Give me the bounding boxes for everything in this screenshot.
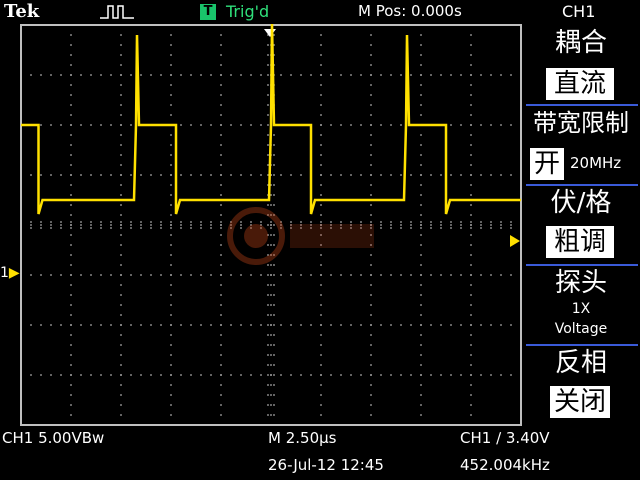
menu-separator (526, 104, 638, 106)
probe-title: 探头 (554, 268, 607, 298)
channel-side-menu: 耦合 直流 带宽限制 开 20MHz 伏/格 粗调 探头 1X Voltage … (522, 24, 640, 426)
ch1-scale-readout: CH1 5.00VBw (2, 429, 105, 447)
bandwidth-limit-row[interactable]: 开 20MHz (530, 146, 640, 182)
top-status-bar: Tek T Trig'd M Pos: 0.000s CH1 (0, 0, 640, 24)
trigger-badge: T (200, 4, 216, 20)
timebase-readout: M 2.50µs (268, 429, 337, 447)
trigger-readout: CH1 ∕ 3.40V (460, 429, 550, 447)
trigger-status: Trig'd (226, 2, 270, 21)
bottom-status-bar: CH1 5.00VBw M 2.50µs CH1 ∕ 3.40V 26-Jul-… (0, 426, 640, 480)
frequency-readout: 452.004kHz (460, 456, 550, 474)
datetime-readout: 26-Jul-12 12:45 (268, 456, 384, 474)
invert-value-button[interactable]: 关闭 (550, 386, 610, 418)
coupling-title: 耦合 (554, 28, 607, 58)
bandwidth-limit-frequency: 20MHz (570, 154, 622, 172)
volts-div-value-button[interactable]: 粗调 (546, 226, 614, 258)
bandwidth-limit-title: 带宽限制 (533, 109, 629, 137)
menu-separator (526, 344, 638, 346)
volts-div-title: 伏/格 (550, 188, 612, 218)
main-position-readout: M Pos: 0.000s (358, 2, 462, 20)
acquisition-run-icon (100, 5, 134, 19)
menu-channel-title: CH1 (562, 2, 596, 21)
probe-type[interactable]: Voltage (522, 320, 640, 338)
menu-separator (526, 264, 638, 266)
probe-attenuation[interactable]: 1X (522, 300, 640, 318)
brand-logo: Tek (4, 1, 40, 22)
bandwidth-limit-value-button[interactable]: 开 (530, 148, 564, 180)
coupling-value-button[interactable]: 直流 (546, 68, 614, 100)
ch1-marker-label: 1 (0, 265, 9, 281)
invert-title: 反相 (554, 348, 607, 378)
menu-separator (526, 184, 638, 186)
ch1-marker-arrow-icon: ▶ (8, 265, 20, 281)
waveform-display[interactable] (20, 24, 522, 426)
ch1-ground-marker: 1▶ (0, 265, 20, 281)
